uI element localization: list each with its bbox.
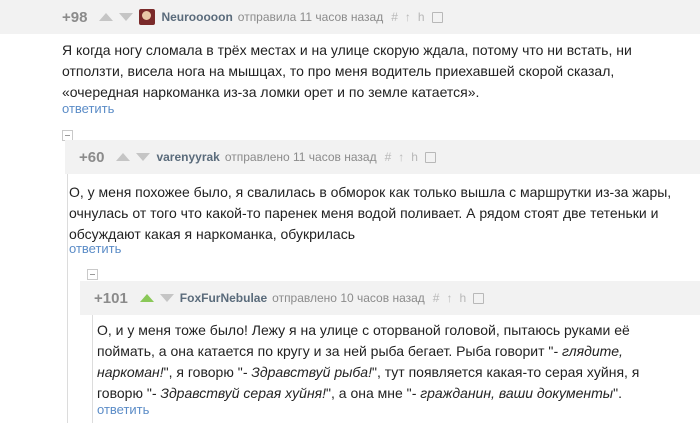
permalink-icon[interactable]: # bbox=[391, 10, 398, 24]
branch-icon[interactable]: h bbox=[418, 10, 425, 24]
downvote-icon[interactable] bbox=[119, 13, 134, 21]
upvote-icon[interactable] bbox=[139, 294, 154, 302]
comment-author[interactable]: varenyyrak bbox=[156, 150, 219, 164]
branch-icon[interactable]: h bbox=[411, 150, 418, 164]
reply-link[interactable]: ответить bbox=[62, 101, 114, 116]
branch-icon[interactable]: h bbox=[459, 291, 466, 305]
comment-1: +98 Neurooooon отправила 11 часов назад … bbox=[0, 0, 700, 126]
parent-comment-icon[interactable]: ↑ bbox=[405, 10, 411, 24]
reply-link[interactable]: ответить bbox=[69, 241, 121, 256]
upvote-icon[interactable] bbox=[116, 153, 131, 161]
comment-header: +60 varenyyrak отправлено 11 часов назад… bbox=[65, 140, 700, 174]
comment-2: +60 varenyyrak отправлено 11 часов назад… bbox=[65, 140, 700, 266]
comment-text: О, и у меня тоже было! Лежу я на улице с… bbox=[97, 320, 687, 404]
comment-time: отправила 11 часов назад bbox=[237, 10, 384, 24]
collapse-thread-icon[interactable] bbox=[87, 269, 98, 280]
comment-header: +101 FoxFurNebulae отправлено 10 часов н… bbox=[80, 281, 700, 315]
comment-author[interactable]: Neurooooon bbox=[161, 10, 232, 24]
downvote-icon[interactable] bbox=[159, 294, 174, 302]
comment-header: +98 Neurooooon отправила 11 часов назад … bbox=[0, 0, 700, 34]
text-segment: ", я говорю " bbox=[163, 364, 243, 380]
save-icon[interactable] bbox=[431, 11, 443, 23]
parent-comment-icon[interactable]: ↑ bbox=[398, 150, 404, 164]
text-segment: ", а она мне " bbox=[326, 385, 412, 401]
comment-text: Я когда ногу сломала в трёх местах и на … bbox=[62, 42, 632, 100]
comment-3: +101 FoxFurNebulae отправлено 10 часов н… bbox=[80, 281, 700, 423]
permalink-icon[interactable]: # bbox=[433, 291, 440, 305]
text-segment: О, и у меня тоже было! Лежу я на улице с… bbox=[97, 322, 630, 359]
save-icon[interactable] bbox=[424, 151, 436, 163]
quote-segment: - Здравствуй рыба! bbox=[242, 364, 372, 380]
comment-author[interactable]: FoxFurNebulae bbox=[180, 291, 267, 305]
permalink-icon[interactable]: # bbox=[385, 150, 392, 164]
comment-rating: +98 bbox=[62, 8, 88, 26]
quote-segment: - гражданин, ваши документы bbox=[411, 385, 614, 401]
parent-comment-icon[interactable]: ↑ bbox=[446, 291, 452, 305]
comment-time: отправлено 10 часов назад bbox=[272, 291, 425, 305]
avatar[interactable] bbox=[139, 9, 156, 25]
comment-text: О, у меня похожее было, я свалилась в об… bbox=[69, 184, 672, 242]
upvote-icon[interactable] bbox=[99, 13, 114, 21]
comment-time: отправлено 11 часов назад bbox=[224, 150, 377, 164]
text-segment: ". bbox=[613, 385, 622, 401]
comment-rating: +60 bbox=[79, 148, 105, 166]
save-icon[interactable] bbox=[473, 292, 485, 304]
downvote-icon[interactable] bbox=[136, 153, 151, 161]
reply-link[interactable]: ответить bbox=[97, 402, 149, 417]
quote-segment: - Здравствуй серая хуйня! bbox=[151, 385, 327, 401]
comment-rating: +101 bbox=[94, 289, 128, 307]
